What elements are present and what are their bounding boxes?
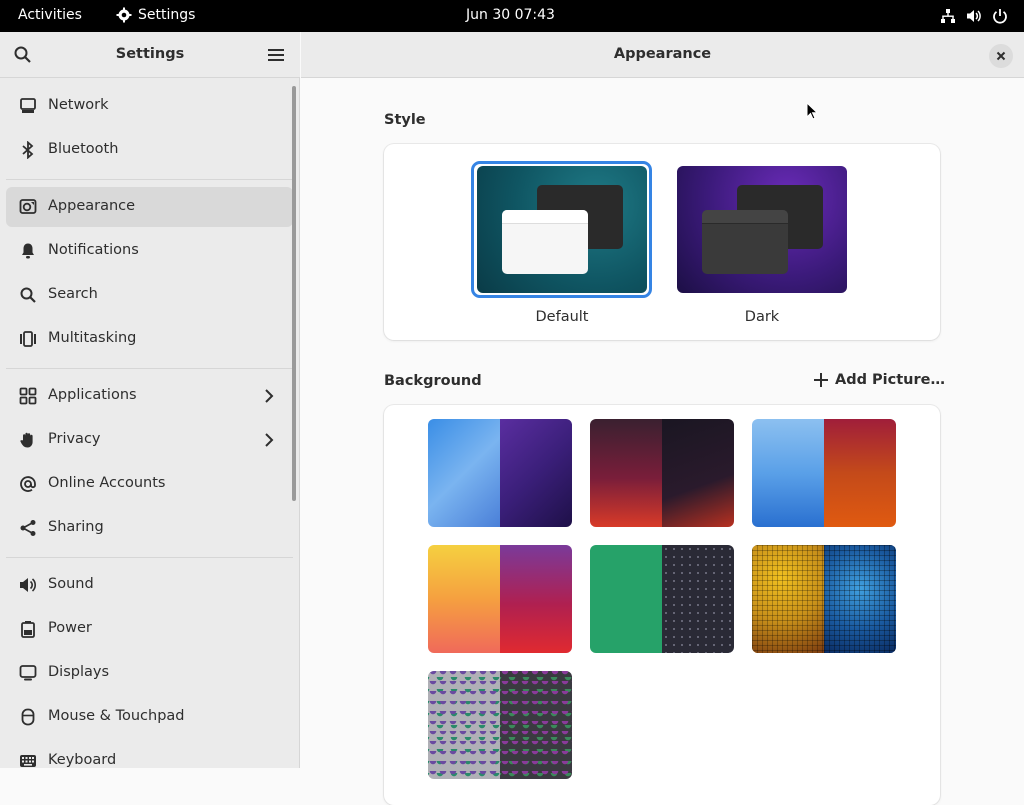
mouse-icon <box>21 708 35 726</box>
style-dark-option[interactable] <box>677 166 847 293</box>
style-default-label: Default <box>535 309 589 325</box>
sidebar-item-notifications[interactable]: Notifications <box>6 231 293 271</box>
top-bar: Activities Settings Jun 30 07:43 <box>0 0 1024 32</box>
activities-button[interactable]: Activities <box>18 7 82 23</box>
clock[interactable]: Jun 30 07:43 <box>466 7 555 23</box>
sidebar-item-sharing[interactable]: Sharing <box>6 508 293 548</box>
sidebar-item-search[interactable]: Search <box>6 275 293 315</box>
keyboard-icon <box>20 755 36 767</box>
sidebar-item-label: Multitasking <box>48 330 137 346</box>
add-picture-label: Add Picture… <box>835 372 945 388</box>
sidebar-item-online-accounts[interactable]: Online Accounts <box>6 464 293 504</box>
background-heading: Background <box>384 373 482 389</box>
sidebar-item-bluetooth[interactable]: Bluetooth <box>6 130 293 170</box>
sidebar-header: Settings <box>0 32 300 78</box>
sidebar-item-label: Privacy <box>48 431 101 447</box>
close-icon <box>996 51 1006 61</box>
sidebar: Settings Network Bluetooth Appearance No… <box>0 32 300 768</box>
sidebar-item-label: Applications <box>48 387 137 403</box>
wallpaper-gradient[interactable] <box>428 545 572 653</box>
sidebar-item-label: Keyboard <box>48 752 117 768</box>
sidebar-item-privacy[interactable]: Privacy <box>6 420 293 460</box>
speaker-icon <box>20 578 37 592</box>
network-icon <box>20 98 36 113</box>
page-title: Appearance <box>613 46 712 62</box>
sidebar-separator <box>6 557 293 558</box>
sidebar-item-label: Online Accounts <box>48 475 166 491</box>
style-heading: Style <box>384 112 426 128</box>
content-header: Appearance <box>301 32 1024 78</box>
sidebar-title: Settings <box>115 46 185 62</box>
app-menu[interactable]: Settings <box>116 7 195 23</box>
bell-icon <box>22 243 34 259</box>
wallpaper-scales[interactable] <box>428 671 572 779</box>
app-name: Settings <box>138 7 196 23</box>
sidebar-item-multitasking[interactable]: Multitasking <box>6 319 293 359</box>
chevron-right-icon <box>265 433 274 447</box>
battery-icon <box>21 621 35 638</box>
sidebar-item-appearance[interactable]: Appearance <box>6 187 293 227</box>
sidebar-item-applications[interactable]: Applications <box>6 376 293 416</box>
search-icon <box>20 287 36 303</box>
sidebar-item-label: Mouse & Touchpad <box>48 708 185 724</box>
wallpaper-symbolic[interactable] <box>590 545 734 653</box>
share-icon <box>20 520 36 536</box>
sidebar-item-power[interactable]: Power <box>6 609 293 649</box>
volume-icon <box>967 10 981 22</box>
at-icon <box>20 476 36 492</box>
bluetooth-icon <box>22 141 34 159</box>
sidebar-item-displays[interactable]: Displays <box>6 653 293 693</box>
mouse-cursor-icon <box>806 102 818 120</box>
wallpaper-blobs[interactable] <box>428 419 572 527</box>
sidebar-item-keyboard[interactable]: Keyboard <box>6 741 293 781</box>
dark-window-preview <box>702 210 788 274</box>
sidebar-item-label: Power <box>48 620 92 636</box>
sidebar-item-mouse-touchpad[interactable]: Mouse & Touchpad <box>6 697 293 737</box>
sidebar-separator <box>6 179 293 180</box>
hand-icon <box>20 432 33 448</box>
sidebar-item-label: Appearance <box>48 198 136 214</box>
sidebar-item-label: Search <box>48 286 98 302</box>
power-icon <box>993 9 1007 24</box>
sidebar-scrollbar[interactable] <box>292 86 296 501</box>
style-default-option[interactable] <box>477 166 647 293</box>
network-wired-icon <box>941 9 955 23</box>
close-button[interactable] <box>989 44 1013 68</box>
system-menu[interactable] <box>940 8 1008 24</box>
multitasking-icon <box>20 331 36 347</box>
wallpaper-drool[interactable] <box>752 419 896 527</box>
sidebar-separator <box>6 368 293 369</box>
appearance-icon <box>19 199 37 214</box>
sidebar-item-label: Bluetooth <box>48 141 119 157</box>
sidebar-item-sound[interactable]: Sound <box>6 565 293 605</box>
applications-icon <box>19 387 37 405</box>
sidebar-item-label: Network <box>48 97 109 113</box>
sidebar-item-label: Sharing <box>48 519 104 535</box>
chevron-right-icon <box>265 389 274 403</box>
wallpaper-sequins[interactable] <box>752 545 896 653</box>
add-picture-button[interactable]: Add Picture… <box>813 372 945 388</box>
hamburger-menu-icon[interactable] <box>267 46 285 64</box>
style-card: Default Dark <box>384 144 940 340</box>
sidebar-item-label: Displays <box>48 664 110 680</box>
settings-window: Settings Network Bluetooth Appearance No… <box>0 32 1024 805</box>
plus-icon <box>814 373 828 387</box>
background-card <box>384 405 940 805</box>
gear-icon <box>116 7 132 23</box>
style-dark-label: Dark <box>744 309 780 325</box>
sidebar-item-network[interactable]: Network <box>6 86 293 126</box>
sidebar-item-label: Notifications <box>48 242 139 258</box>
wallpaper-pixels[interactable] <box>590 419 734 527</box>
display-icon <box>19 665 37 681</box>
light-window-preview <box>502 210 588 274</box>
sidebar-item-label: Sound <box>48 576 94 592</box>
